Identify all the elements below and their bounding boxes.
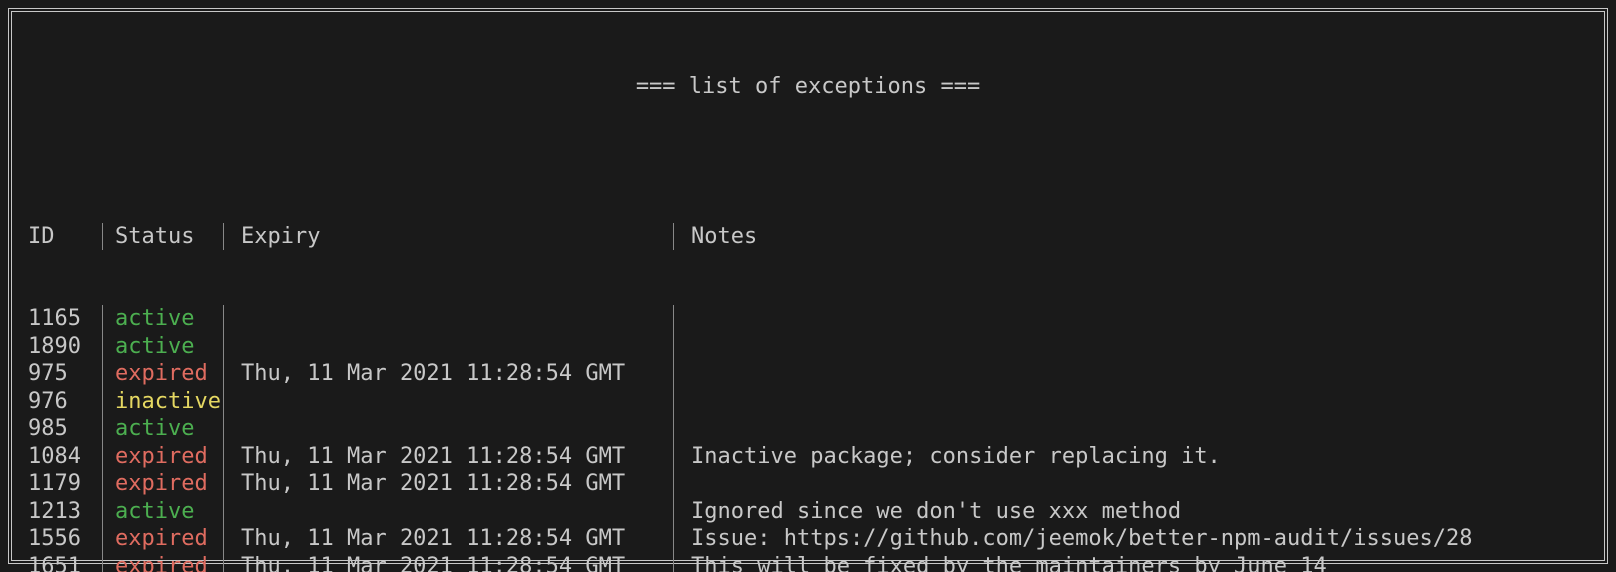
cell-notes (674, 388, 1590, 416)
cell-id: 1213 (26, 498, 103, 526)
cell-notes: Issue: https://github.com/jeemok/better-… (674, 525, 1590, 553)
cell-id: 1084 (26, 443, 103, 471)
cell-status: expired (103, 360, 224, 388)
cell-id: 1556 (26, 525, 103, 553)
cell-status: expired (103, 553, 224, 572)
table-header-row: ID Status Expiry Notes (26, 223, 1590, 251)
cell-expiry (224, 415, 674, 443)
cell-status: expired (103, 470, 224, 498)
cell-status: active (103, 415, 224, 443)
cell-expiry (224, 498, 674, 526)
cell-id: 975 (26, 360, 103, 388)
table-row: 1556expiredThu, 11 Mar 2021 11:28:54 GMT… (26, 525, 1590, 553)
table-row: 1165active (26, 305, 1590, 333)
cell-notes (674, 305, 1590, 333)
cell-id: 985 (26, 415, 103, 443)
cell-notes (674, 360, 1590, 388)
cell-expiry: Thu, 11 Mar 2021 11:28:54 GMT (224, 553, 674, 572)
table-row: 1651expiredThu, 11 Mar 2021 11:28:54 GMT… (26, 553, 1590, 572)
cell-status: active (103, 498, 224, 526)
table-row: 1084expiredThu, 11 Mar 2021 11:28:54 GMT… (26, 443, 1590, 471)
cell-expiry: Thu, 11 Mar 2021 11:28:54 GMT (224, 360, 674, 388)
table-row: 1890active (26, 333, 1590, 361)
col-header-id: ID (26, 223, 103, 251)
cell-id: 976 (26, 388, 103, 416)
cell-expiry (224, 333, 674, 361)
cell-notes (674, 333, 1590, 361)
col-header-expiry: Expiry (224, 223, 674, 251)
cell-expiry (224, 305, 674, 333)
cell-status: active (103, 333, 224, 361)
table-row: 975expiredThu, 11 Mar 2021 11:28:54 GMT (26, 360, 1590, 388)
col-header-notes: Notes (674, 223, 1590, 251)
cell-expiry: Thu, 11 Mar 2021 11:28:54 GMT (224, 470, 674, 498)
cell-expiry (224, 388, 674, 416)
cell-id: 1165 (26, 305, 103, 333)
cell-notes: This will be fixed by the maintainers by… (674, 553, 1590, 572)
cell-status: inactive (103, 388, 224, 416)
exceptions-panel: === list of exceptions === ID Status Exp… (8, 8, 1608, 564)
cell-expiry: Thu, 11 Mar 2021 11:28:54 GMT (224, 443, 674, 471)
cell-id: 1651 (26, 553, 103, 572)
table-row: 976inactive (26, 388, 1590, 416)
cell-status: active (103, 305, 224, 333)
cell-id: 1179 (26, 470, 103, 498)
panel-title: === list of exceptions === (26, 73, 1590, 101)
cell-notes: Ignored since we don't use xxx method (674, 498, 1590, 526)
cell-notes: Inactive package; consider replacing it. (674, 443, 1590, 471)
col-header-status: Status (103, 223, 224, 251)
table-row: 1213active Ignored since we don't use xxx… (26, 498, 1590, 526)
cell-expiry: Thu, 11 Mar 2021 11:28:54 GMT (224, 525, 674, 553)
exceptions-table: ID Status Expiry Notes 1165active1890act… (26, 168, 1590, 572)
table-row: 985active (26, 415, 1590, 443)
table-row: 1179expiredThu, 11 Mar 2021 11:28:54 GMT (26, 470, 1590, 498)
cell-id: 1890 (26, 333, 103, 361)
cell-notes (674, 415, 1590, 443)
cell-status: expired (103, 525, 224, 553)
cell-notes (674, 470, 1590, 498)
cell-status: expired (103, 443, 224, 471)
terminal-window: === list of exceptions === ID Status Exp… (0, 0, 1616, 572)
